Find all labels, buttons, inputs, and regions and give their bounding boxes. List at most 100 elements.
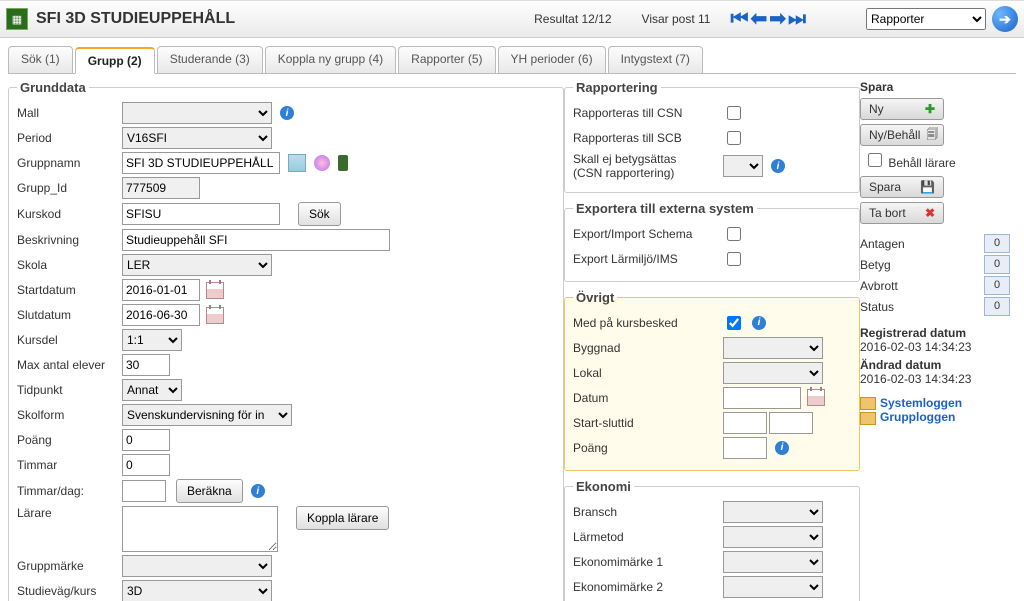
antagen-value: 0	[984, 234, 1010, 253]
timdag-input[interactable]	[122, 480, 166, 502]
eko1-select[interactable]	[723, 551, 823, 573]
larmiljo-checkbox[interactable]	[727, 252, 741, 266]
skola-select[interactable]: LER	[122, 254, 272, 276]
ovrigt-fieldset: Övrigt Med på kursbeskedi Byggnad Lokal …	[564, 290, 860, 471]
ekonomi-fieldset: Ekonomi Bransch Lärmetod Ekonomimärke 1 …	[564, 479, 860, 601]
tab-rapporter[interactable]: Rapporter (5)	[398, 46, 495, 73]
tidpunkt-select[interactable]: Annat	[122, 379, 182, 401]
starttid-input[interactable]	[723, 412, 767, 434]
rapportering-fieldset: Rapportering Rapporteras till CSN Rappor…	[564, 80, 860, 193]
tab-intyg[interactable]: Intygstext (7)	[608, 46, 703, 73]
last-record-icon[interactable]: ⏭	[788, 9, 806, 29]
skall-select[interactable]	[723, 155, 763, 177]
mobile-icon[interactable]	[338, 155, 348, 171]
maxelev-label: Max antal elever	[17, 358, 122, 372]
scb-checkbox[interactable]	[727, 131, 741, 145]
info-icon[interactable]: i	[775, 441, 789, 455]
ovrigt-legend: Övrigt	[573, 290, 617, 305]
bransch-select[interactable]	[723, 501, 823, 523]
csn-checkbox[interactable]	[727, 106, 741, 120]
mall-select[interactable]	[122, 102, 272, 124]
info-icon[interactable]: i	[752, 316, 766, 330]
palette-icon[interactable]	[314, 155, 330, 171]
eko2-select[interactable]	[723, 576, 823, 598]
reg-heading: Registrerad datum	[860, 326, 1010, 340]
behall-larare-checkbox[interactable]	[868, 153, 882, 167]
plus-icon: ✚	[925, 102, 935, 116]
berakna-button[interactable]: Beräkna	[176, 479, 243, 503]
kursbesked-label: Med på kursbesked	[573, 316, 723, 330]
tab-studerande[interactable]: Studerande (3)	[157, 46, 263, 73]
tab-sok[interactable]: Sök (1)	[8, 46, 73, 73]
skolform-select[interactable]: Svenskundervisning för in	[122, 404, 292, 426]
maxelev-input[interactable]	[122, 354, 170, 376]
calendar-icon[interactable]	[206, 282, 224, 299]
info-icon[interactable]: i	[280, 106, 294, 120]
info-icon[interactable]: i	[771, 159, 785, 173]
poang-label: Poäng	[17, 433, 122, 447]
ovrigt-poang-input[interactable]	[723, 437, 767, 459]
result-count: Resultat 12/12	[534, 12, 611, 26]
go-button[interactable]: ➔	[992, 6, 1018, 32]
grunddata-legend: Grunddata	[17, 80, 89, 95]
larmetod-select[interactable]	[723, 526, 823, 548]
larare-textarea[interactable]	[122, 506, 278, 552]
folder-icon	[860, 397, 876, 410]
byggnad-select[interactable]	[723, 337, 823, 359]
betyg-value: 0	[984, 255, 1010, 274]
spara-button[interactable]: Spara💾	[860, 176, 944, 198]
slutdatum-input[interactable]	[122, 304, 200, 326]
gruppnamn-input[interactable]	[122, 152, 280, 174]
tab-grupp[interactable]: Grupp (2)	[75, 47, 155, 74]
kursdel-select[interactable]: 1:1	[122, 329, 182, 351]
first-record-icon[interactable]: ⏮	[730, 9, 748, 29]
period-select[interactable]: V16SFI	[122, 127, 272, 149]
timmar-input[interactable]	[122, 454, 170, 476]
calendar-icon[interactable]	[206, 307, 224, 324]
folder-icon	[860, 412, 876, 425]
bransch-label: Bransch	[573, 505, 723, 519]
tidpunkt-label: Tidpunkt	[17, 383, 122, 397]
kurskod-input[interactable]	[122, 203, 280, 225]
kursbesked-checkbox[interactable]	[727, 316, 741, 330]
studievag-label: Studieväg/kurs	[17, 584, 122, 598]
prev-record-icon[interactable]: ⬅	[750, 9, 767, 29]
delete-icon: ✖	[925, 206, 935, 220]
schema-checkbox[interactable]	[727, 227, 741, 241]
info-icon[interactable]: i	[251, 484, 265, 498]
larare-label: Lärare	[17, 506, 122, 520]
photo-icon[interactable]	[288, 154, 306, 172]
avbrott-value: 0	[984, 276, 1010, 295]
studievag-select[interactable]: 3D	[122, 580, 272, 601]
rapportering-legend: Rapportering	[573, 80, 661, 95]
tab-koppla[interactable]: Koppla ny grupp (4)	[265, 46, 396, 73]
betyg-label: Betyg	[860, 258, 891, 272]
systemloggen-link[interactable]: Systemloggen	[880, 396, 962, 410]
starttid-label: Start-sluttid	[573, 416, 723, 430]
grupploggen-link[interactable]: Grupploggen	[880, 410, 955, 424]
slut-label: Slutdatum	[17, 308, 122, 322]
datum-input[interactable]	[723, 387, 801, 409]
status-value: 0	[984, 297, 1010, 316]
lokal-select[interactable]	[723, 362, 823, 384]
nybehall-button[interactable]: Ny/Behåll🗐	[860, 124, 944, 146]
gruppmarke-select[interactable]	[122, 555, 272, 577]
koppla-larare-button[interactable]: Koppla lärare	[296, 506, 389, 530]
sluttid-input[interactable]	[769, 412, 813, 434]
tabort-button[interactable]: Ta bort✖	[860, 202, 944, 224]
tab-yh[interactable]: YH perioder (6)	[498, 46, 606, 73]
startdatum-input[interactable]	[122, 279, 200, 301]
sok-button[interactable]: Sök	[298, 202, 341, 226]
larmiljo-label: Export Lärmiljö/IMS	[573, 252, 723, 266]
ny-button[interactable]: Ny✚	[860, 98, 944, 120]
beskriv-input[interactable]	[122, 229, 390, 251]
beskriv-label: Beskrivning	[17, 233, 122, 247]
larmetod-label: Lärmetod	[573, 530, 723, 544]
calendar-icon[interactable]	[807, 389, 825, 406]
page-title: SFI 3D STUDIEUPPEHÅLL	[36, 10, 235, 28]
next-record-icon[interactable]: ➡	[769, 9, 786, 29]
reports-select[interactable]: Rapporter	[866, 8, 986, 30]
scb-label: Rapporteras till SCB	[573, 131, 723, 145]
poang-input[interactable]	[122, 429, 170, 451]
gruppid-label: Grupp_Id	[17, 181, 122, 195]
